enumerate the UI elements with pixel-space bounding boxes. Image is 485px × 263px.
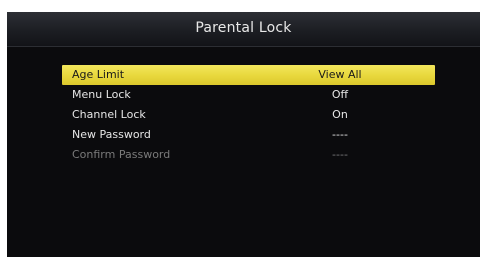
tv-screen: Parental Lock Age Limit View All Menu Lo… xyxy=(7,12,480,257)
menu-item-value: View All xyxy=(318,68,362,81)
menu-item-value: ---- xyxy=(332,128,348,141)
menu-item-value: ---- xyxy=(332,148,348,161)
menu-item-label: Age Limit xyxy=(72,68,125,81)
menu-item-label: Channel Lock xyxy=(72,108,146,121)
menu-item-label: New Password xyxy=(72,128,151,141)
menu-item-label: Confirm Password xyxy=(72,148,171,161)
parental-lock-menu: Age Limit View All Menu Lock Off Channel… xyxy=(62,65,435,165)
title-bar: Parental Lock xyxy=(7,12,480,47)
menu-item-menu-lock[interactable]: Menu Lock Off xyxy=(62,85,435,105)
menu-item-new-password[interactable]: New Password ---- xyxy=(62,125,435,145)
menu-item-value: Off xyxy=(331,88,349,101)
menu-item-channel-lock[interactable]: Channel Lock On xyxy=(62,105,435,125)
menu-item-label: Menu Lock xyxy=(72,88,131,101)
menu-item-value: On xyxy=(332,108,348,121)
page-title: Parental Lock xyxy=(195,20,292,36)
menu-item-confirm-password: Confirm Password ---- xyxy=(62,145,435,165)
menu-item-age-limit[interactable]: Age Limit View All xyxy=(62,65,435,85)
